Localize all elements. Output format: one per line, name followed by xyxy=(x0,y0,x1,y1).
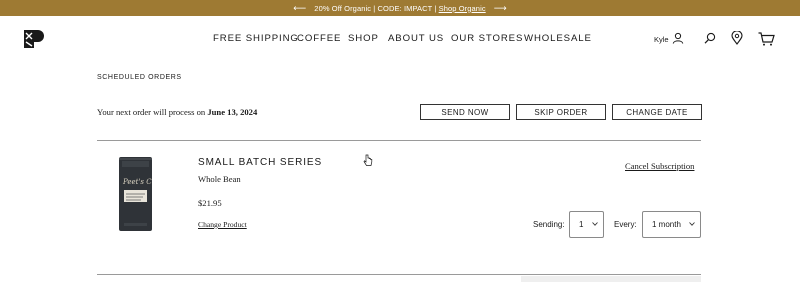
divider-bottom xyxy=(97,274,701,275)
search-icon[interactable] xyxy=(704,32,716,44)
sending-quantity-value: 1 xyxy=(579,220,584,229)
user-icon[interactable] xyxy=(672,32,684,44)
brand-logo-icon[interactable] xyxy=(23,29,45,49)
nav-wholesale[interactable]: WHOLESALE xyxy=(524,33,592,44)
frequency-select[interactable]: 1 month xyxy=(642,211,701,238)
nav-shop[interactable]: SHOP xyxy=(348,33,379,44)
product-image: Peet's Coffee xyxy=(119,157,152,231)
user-name[interactable]: Kyle xyxy=(654,35,669,44)
skip-order-button[interactable]: SKIP ORDER xyxy=(516,104,606,120)
promo-bar: ⟵ 20% Off Organic | CODE: IMPACT | Shop … xyxy=(0,0,800,16)
page-title: SCHEDULED ORDERS xyxy=(97,74,182,81)
change-date-button[interactable]: CHANGE DATE xyxy=(612,104,702,120)
nav-our-stores[interactable]: OUR STORES xyxy=(451,33,523,44)
every-label: Every: xyxy=(614,220,637,229)
next-section-edge xyxy=(521,276,701,282)
product-price: $21.95 xyxy=(198,198,222,208)
shop-organic-link[interactable]: Shop Organic xyxy=(439,4,486,13)
divider-top xyxy=(97,140,701,141)
change-product-link[interactable]: Change Product xyxy=(198,220,247,229)
chevron-down-icon xyxy=(592,222,598,226)
sending-label: Sending: xyxy=(533,220,565,229)
chevron-down-icon xyxy=(689,222,695,226)
location-pin-icon[interactable] xyxy=(731,31,743,45)
nav-about-us[interactable]: ABOUT US xyxy=(388,33,444,44)
svg-text:Peet's Coffee: Peet's Coffee xyxy=(122,178,152,186)
product-grind: Whole Bean xyxy=(198,174,241,184)
nav-free-shipping[interactable]: FREE SHIPPING xyxy=(213,33,299,44)
pointer-cursor-icon xyxy=(363,154,373,166)
site-header: FREE SHIPPING COFFEE SHOP ABOUT US OUR S… xyxy=(0,16,800,62)
product-name: SMALL BATCH SERIES xyxy=(198,157,323,168)
next-order-date: June 13, 2024 xyxy=(207,107,258,117)
send-now-button[interactable]: SEND NOW xyxy=(420,104,510,120)
cancel-subscription-link[interactable]: Cancel Subscription xyxy=(625,161,694,171)
arrow-left-icon[interactable]: ⟵ xyxy=(293,3,306,13)
frequency-value: 1 month xyxy=(652,220,681,229)
nav-coffee[interactable]: COFFEE xyxy=(297,33,341,44)
cart-icon[interactable] xyxy=(758,32,775,46)
promo-text: 20% Off Organic | CODE: IMPACT | xyxy=(314,3,439,13)
arrow-right-icon[interactable]: ⟶ xyxy=(494,3,507,13)
sending-quantity-select[interactable]: 1 xyxy=(569,211,604,238)
next-order-prefix: Your next order will process on xyxy=(97,107,208,117)
next-order-info: Your next order will process on June 13,… xyxy=(97,107,257,117)
